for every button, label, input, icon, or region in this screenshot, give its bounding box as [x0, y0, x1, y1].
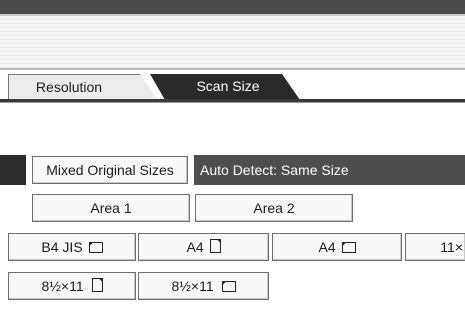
landscape-paper-icon	[341, 242, 356, 253]
size-8half-11-landscape-button[interactable]: 8½×11	[138, 272, 269, 300]
tab-resolution-label: Resolution	[35, 79, 103, 95]
size-b4-jis-landscape-button[interactable]: B4 JIS	[8, 233, 136, 261]
size-label: B4 JIS	[41, 239, 83, 255]
header-area	[0, 16, 465, 68]
area-1-button[interactable]: Area 1	[32, 194, 190, 222]
size-label: 8½×11	[171, 278, 214, 294]
size-label: A4	[318, 239, 336, 255]
area-2-label: Area 2	[253, 200, 295, 216]
portrait-paper-icon	[209, 239, 221, 253]
auto-detect-status: Auto Detect: Same Size	[194, 155, 465, 185]
size-11-button-partial[interactable]: 11×	[405, 233, 465, 261]
size-8half-11-portrait-button[interactable]: 8½×11	[8, 272, 136, 300]
size-a4-portrait-button[interactable]: A4	[138, 233, 269, 261]
area-1-label: Area 1	[90, 200, 132, 216]
size-label: 11×	[440, 239, 463, 255]
landscape-paper-icon	[88, 242, 103, 253]
landscape-paper-icon	[221, 281, 236, 292]
size-a4-landscape-button[interactable]: A4	[272, 233, 402, 261]
tab-underline-shadow	[0, 102, 465, 103]
size-label: 8½×11	[41, 278, 84, 294]
left-edge-marker	[0, 155, 26, 185]
auto-detect-status-text: Auto Detect: Same Size	[200, 162, 349, 178]
mixed-original-sizes-button[interactable]: Mixed Original Sizes	[32, 156, 188, 184]
tab-resolution[interactable]: Resolution	[8, 74, 158, 100]
size-label: A4	[186, 239, 204, 255]
portrait-paper-icon	[91, 278, 103, 292]
tab-scan-size-label: Scan Size	[196, 78, 260, 94]
mixed-original-sizes-label: Mixed Original Sizes	[46, 162, 174, 178]
top-bar	[0, 0, 465, 14]
tab-scan-size[interactable]: Scan Size	[150, 74, 300, 100]
area-2-button[interactable]: Area 2	[195, 194, 353, 222]
